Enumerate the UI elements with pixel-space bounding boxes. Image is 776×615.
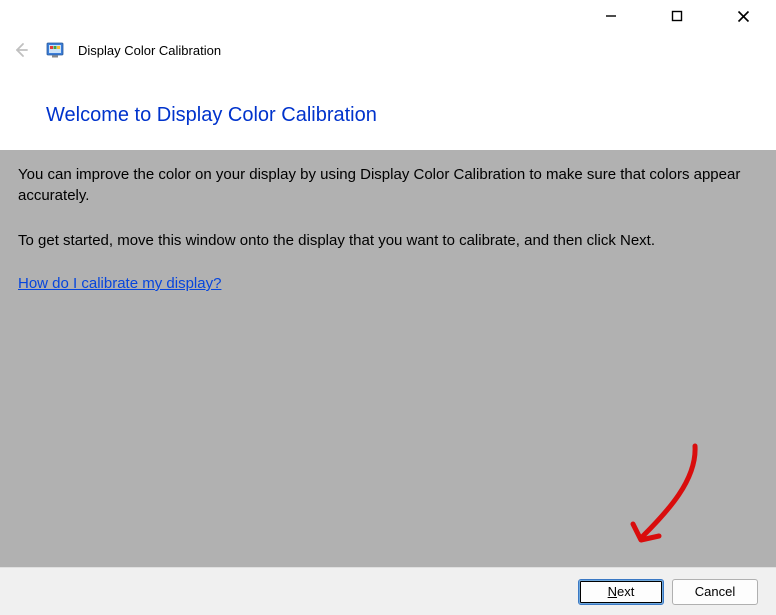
heading-area: Welcome to Display Color Calibration [0,68,776,139]
window-titlebar [0,0,776,32]
intro-paragraph-1: You can improve the color on your displa… [18,164,758,206]
minimize-button[interactable] [588,0,634,32]
dialog-footer: Next Cancel [0,567,776,615]
next-button[interactable]: Next [578,579,664,605]
intro-paragraph-2: To get started, move this window onto th… [18,230,758,251]
back-button[interactable] [10,39,32,61]
cancel-button-label: Cancel [695,584,735,599]
window-header: Display Color Calibration [0,32,776,68]
cancel-button[interactable]: Cancel [672,579,758,605]
close-button[interactable] [720,0,766,32]
app-title: Display Color Calibration [78,43,221,58]
content-area: You can improve the color on your displa… [0,150,776,567]
next-button-label-rest: ext [617,584,634,599]
help-link[interactable]: How do I calibrate my display? [18,275,221,292]
app-icon [46,41,64,59]
maximize-button[interactable] [654,0,700,32]
next-button-mnemonic: N [608,584,617,599]
page-heading: Welcome to Display Color Calibration [46,104,776,127]
